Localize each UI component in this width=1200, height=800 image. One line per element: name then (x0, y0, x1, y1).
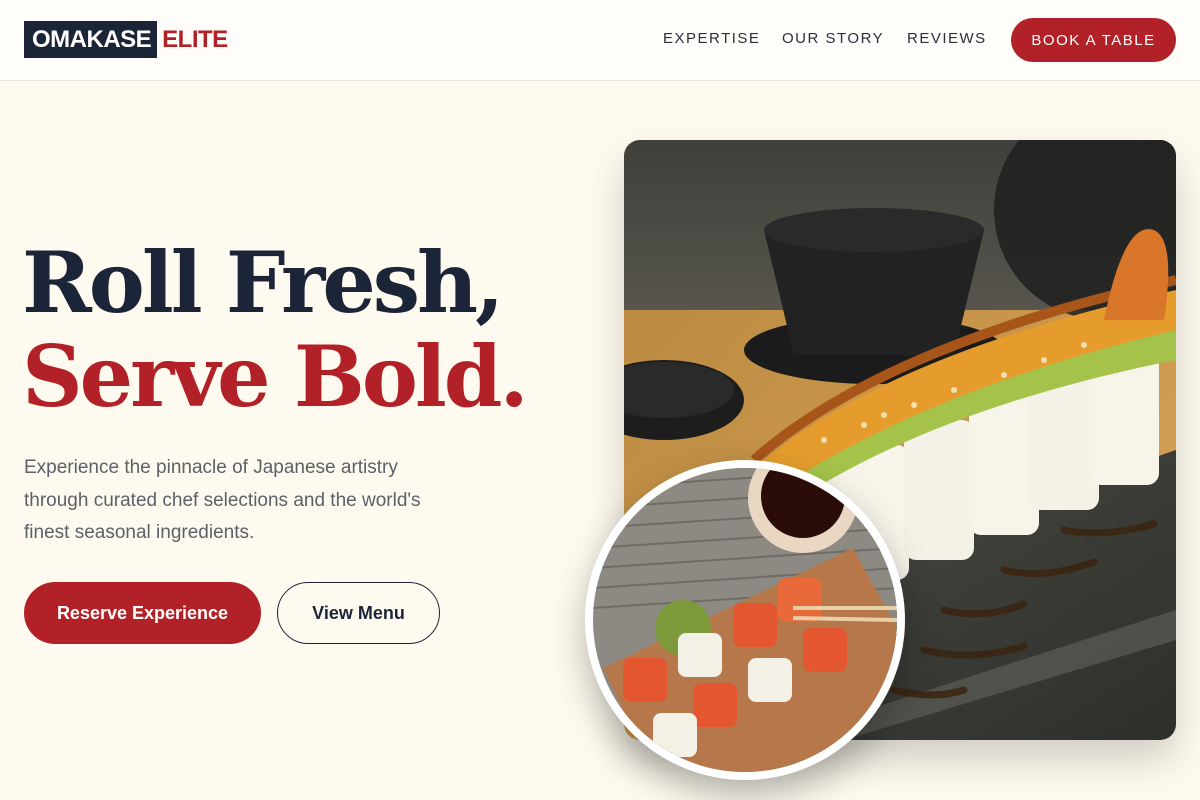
book-a-table-button[interactable]: BOOK A TABLE (1011, 18, 1176, 62)
hero-description: Experience the pinnacle of Japanese arti… (24, 457, 421, 543)
brand-logo[interactable]: OMAKASE ELITE (24, 21, 228, 58)
inset-sushi-image (585, 460, 905, 780)
nav-link-expertise[interactable]: EXPERTISE (663, 30, 760, 47)
view-menu-button[interactable]: View Menu (277, 582, 440, 644)
hero-headline: Roll Fresh, Serve Bold. (22, 233, 529, 426)
site-header: OMAKASE ELITE EXPERTISE OUR STORY REVIEW… (0, 0, 1200, 81)
logo-text-accent: ELITE (162, 26, 228, 53)
nav-link-reviews[interactable]: REVIEWS (907, 30, 987, 47)
reserve-experience-button[interactable]: Reserve Experience (24, 582, 261, 644)
nav-link-our-story[interactable]: OUR STORY (782, 30, 884, 47)
salmon-sushi-photo (593, 468, 897, 772)
logo-text-main: OMAKASE (24, 21, 158, 58)
headline-line-2: Serve Bold. (22, 327, 529, 426)
headline-line-1: Roll Fresh, (22, 233, 504, 332)
